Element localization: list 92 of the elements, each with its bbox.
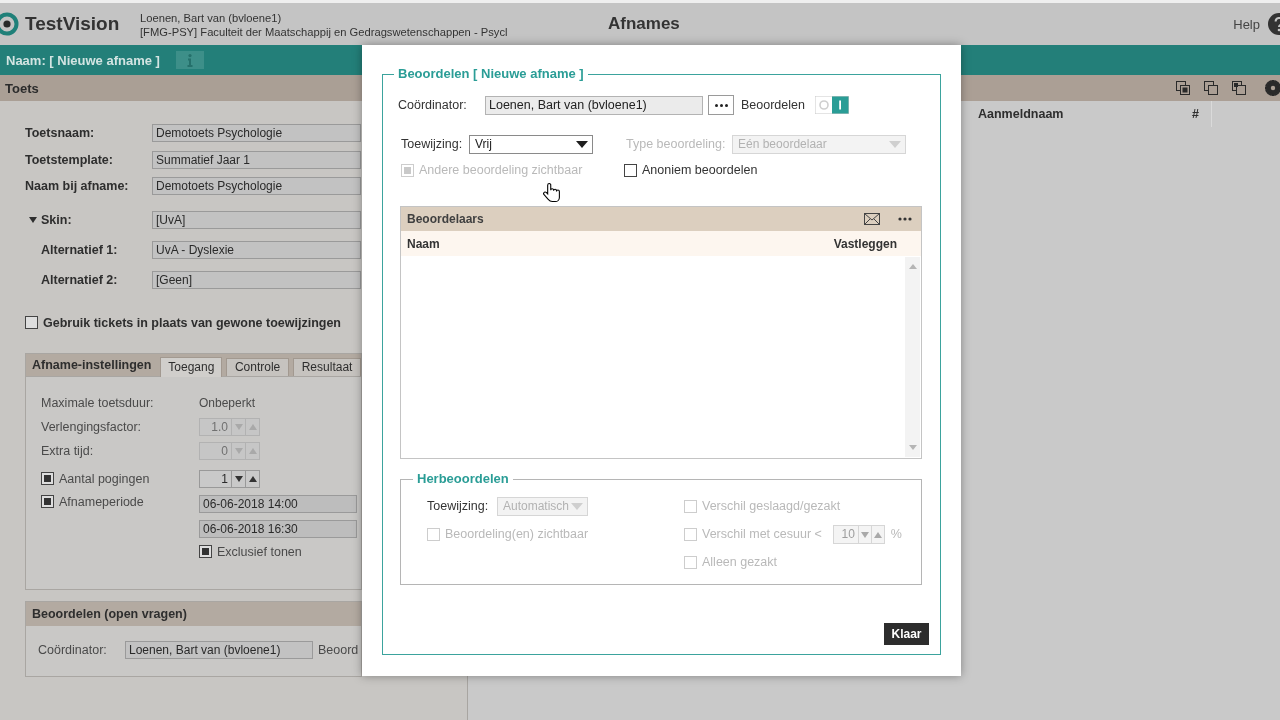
stacked-squares-icon[interactable] <box>1176 81 1190 95</box>
tab[interactable]: Toegang <box>160 356 223 377</box>
up-triangle-icon <box>873 531 882 538</box>
panel-title: Toets <box>5 80 39 96</box>
caret-down-icon[interactable] <box>29 216 37 223</box>
date-field[interactable]: 06-06-2018 16:30 <box>199 519 357 538</box>
field-label: Alternatief 2: <box>40 272 119 287</box>
more-icon[interactable] <box>898 217 912 221</box>
down-triangle-icon <box>860 531 869 538</box>
down-triangle-icon <box>234 423 243 430</box>
done-button[interactable]: Klaar <box>884 623 929 645</box>
dropdown[interactable]: [Geen] <box>152 270 361 289</box>
stacked-squares-icon[interactable] <box>1232 81 1246 95</box>
up-triangle-icon <box>248 447 257 454</box>
text-field[interactable]: Demotoets Psychologie <box>152 177 361 195</box>
checkbox[interactable] <box>41 472 54 485</box>
checkbox-label: Verschil geslaagd/gezakt <box>702 499 841 513</box>
dropdown[interactable]: [UvA] <box>152 210 361 229</box>
text-field[interactable]: Loenen, Bart van (bvloene1) <box>485 95 703 115</box>
dropdown[interactable]: UvA - Dyslexie <box>152 240 361 259</box>
field-label: Toewijzing: <box>427 499 490 513</box>
tab[interactable]: Controle <box>226 357 289 376</box>
text-field[interactable]: Demotoets Psychologie <box>152 124 361 142</box>
checkbox-label: Andere beoordeling zichtbaar <box>419 163 583 177</box>
toggle-switch[interactable] <box>815 96 849 114</box>
decrement-button[interactable] <box>232 469 246 488</box>
field-label: Alternatief 1: <box>40 242 119 257</box>
tab[interactable]: Resultaat <box>292 357 361 376</box>
increment-button[interactable] <box>246 469 260 488</box>
number-field[interactable]: 1 <box>199 469 232 488</box>
checkbox[interactable] <box>41 495 54 508</box>
page-title: Afnames <box>608 14 680 34</box>
field-label: Toetstemplate: <box>25 152 114 167</box>
checkbox-label: Beoordeling(en) zichtbaar <box>445 527 589 541</box>
field-label: Toetsnaam: <box>25 126 96 140</box>
settings-icon[interactable] <box>1265 80 1280 96</box>
field-label: Extra tijd: <box>41 443 94 458</box>
help-icon[interactable] <box>1268 13 1280 35</box>
field-label: Maximale toetsduur: <box>41 395 154 410</box>
record-name: Naam: [ Nieuwe afname ] <box>6 52 160 68</box>
logo-icon <box>0 11 20 37</box>
help-link[interactable]: Help <box>1233 16 1260 32</box>
section-title: Beoordelen (open vragen) <box>32 606 187 621</box>
down-triangle-icon <box>234 447 243 454</box>
field-label: Coördinator: <box>398 98 468 112</box>
date-field[interactable]: 06-06-2018 14:00 <box>199 494 357 513</box>
text-field[interactable]: Loenen, Bart van (bvloene1) <box>125 640 313 659</box>
column-header[interactable]: Vastleggen <box>833 236 897 251</box>
checkbox-label: Gebruik tickets in plaats van gewone toewijzingen <box>43 315 341 330</box>
checkbox[interactable] <box>25 316 38 329</box>
logo-text: TestVision <box>25 13 120 35</box>
more-button[interactable] <box>708 95 734 115</box>
checkbox-label: Anoniem beoordelen <box>642 163 758 177</box>
stacked-squares-icon[interactable] <box>1204 81 1218 95</box>
pointer-hand-icon <box>543 181 561 205</box>
unit-label: % <box>890 527 902 541</box>
checkbox[interactable] <box>624 163 637 177</box>
checkbox-label: Afnameperiode <box>59 494 144 509</box>
checkbox[interactable] <box>199 545 212 558</box>
field-label: Toewijzing: <box>401 137 464 151</box>
envelope-icon[interactable] <box>864 213 880 225</box>
field-label: Naam bij afname: <box>25 179 130 193</box>
user-name: Loenen, Bart van (bvloene1) <box>140 10 282 25</box>
checkbox-label: Alleen gezakt <box>702 555 778 569</box>
field-label: Skin: <box>41 212 72 227</box>
caret-down-icon <box>576 140 588 148</box>
section-title: Afname-instellingen <box>32 357 153 372</box>
up-triangle-icon <box>248 423 257 430</box>
group-title: Beoordelen [ Nieuwe afname ] <box>397 66 585 82</box>
checkbox-label: Exclusief tonen <box>217 544 302 559</box>
checkbox-label: Aantal pogingen <box>59 471 150 486</box>
up-triangle-icon <box>248 475 257 482</box>
column-header[interactable]: Aanmeldnaam <box>970 107 1184 121</box>
table-title: Beoordelaars <box>407 212 485 226</box>
info-icon <box>186 53 193 67</box>
field-label: Verlengingsfactor: <box>41 419 142 434</box>
column-header[interactable]: # <box>1184 101 1212 127</box>
more-icon <box>714 103 728 107</box>
field-label: Beoord <box>318 642 359 657</box>
dropdown[interactable]: Vrij <box>469 134 593 154</box>
group-title: Herbeoordelen <box>416 471 510 487</box>
down-triangle-icon <box>234 475 243 482</box>
caret-down-icon <box>571 502 583 510</box>
field-value: Onbeperkt <box>199 395 256 410</box>
field-label: Type beoordeling: <box>626 137 727 151</box>
organization-name: [FMG-PSY] Faculteit der Maatschappij en Gedragswetenschappen - Psycl <box>140 24 508 39</box>
field-label: Beoordelen <box>741 98 806 112</box>
column-header[interactable]: Naam <box>407 236 440 251</box>
checkbox-label: Verschil met cesuur < <box>702 527 822 541</box>
caret-down-icon <box>889 140 901 148</box>
text-field[interactable]: Summatief Jaar 1 <box>152 150 361 169</box>
field-label: Coördinator: <box>38 642 108 657</box>
